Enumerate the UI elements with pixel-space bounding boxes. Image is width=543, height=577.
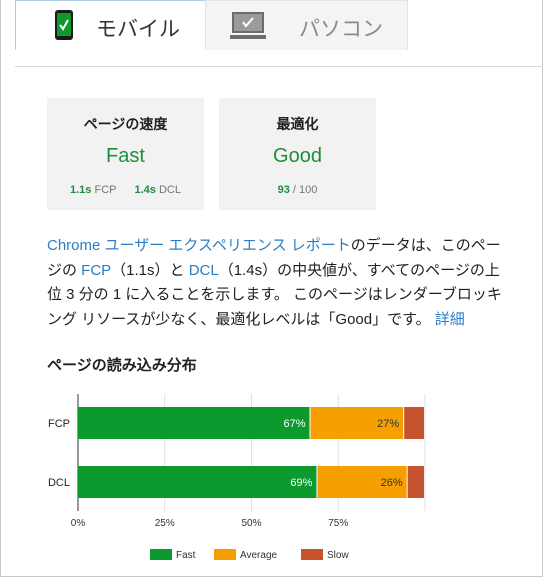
data-label: 67% bbox=[283, 418, 305, 430]
dcl-value: 1.4s bbox=[134, 184, 156, 196]
crux-report-link[interactable]: Chrome ユーザー エクスペリエンス レポート bbox=[47, 237, 351, 254]
x-tick-label: 50% bbox=[241, 518, 261, 529]
bar-fast-dcl bbox=[78, 466, 317, 498]
description-paragraph: Chrome ユーザー エクスペリエンス レポートのデータは、このページの FC… bbox=[47, 234, 509, 332]
data-label: 26% bbox=[381, 477, 403, 489]
tab-desktop-label: パソコン bbox=[299, 18, 383, 41]
legend-label-average: Average bbox=[240, 550, 278, 561]
fcp-value: 1.1s bbox=[70, 184, 92, 196]
legend-swatch-fast bbox=[150, 549, 172, 560]
optimization-score-max: / 100 bbox=[292, 184, 318, 196]
optimization-score: 93 / 100 bbox=[219, 184, 376, 196]
fcp-label: FCP bbox=[94, 184, 117, 196]
bar-slow-fcp bbox=[404, 407, 424, 439]
category-label: DCL bbox=[48, 477, 70, 489]
optimization-score-value: 93 bbox=[277, 184, 290, 196]
category-label: FCP bbox=[48, 418, 70, 430]
optimization-card: 最適化 Good 93 / 100 bbox=[219, 98, 376, 210]
page-speed-card: ページの速度 Fast 1.1s FCP 1.4s DCL bbox=[47, 98, 204, 210]
page-speed-value: Fast bbox=[106, 145, 145, 167]
chart-title: ページの読み込み分布 bbox=[47, 357, 197, 374]
page-speed-metrics: 1.1s FCP 1.4s DCL bbox=[47, 184, 204, 196]
data-label: 69% bbox=[290, 477, 312, 489]
page-speed-title: ページの速度 bbox=[83, 116, 168, 132]
description-text-2: （1.1s）と bbox=[111, 261, 189, 279]
optimization-title: 最適化 bbox=[276, 116, 319, 132]
dcl-label: DCL bbox=[158, 184, 181, 196]
legend-swatch-average bbox=[214, 549, 236, 560]
fcp-link[interactable]: FCP bbox=[81, 262, 111, 279]
x-tick-label: 0% bbox=[71, 518, 86, 529]
bar-fast-fcp bbox=[78, 407, 310, 439]
bar-slow-dcl bbox=[407, 466, 424, 498]
optimization-value: Good bbox=[273, 145, 322, 167]
legend-swatch-slow bbox=[301, 549, 323, 560]
legend-label-fast: Fast bbox=[176, 550, 196, 561]
load-distribution-chart: FCP 67% 27% DCL 69% 26% 0% 25% 50% 75% Fast Average… bbox=[48, 394, 426, 561]
tab-desktop[interactable]: パソコン bbox=[205, 0, 408, 50]
x-tick-label: 75% bbox=[328, 518, 348, 529]
x-tick-label: 25% bbox=[155, 518, 175, 529]
monitor-icon bbox=[230, 12, 266, 39]
details-link[interactable]: 詳細 bbox=[435, 311, 465, 328]
data-label: 27% bbox=[377, 418, 399, 430]
smartphone-icon bbox=[55, 10, 73, 40]
tab-mobile-label: モバイル bbox=[96, 18, 180, 41]
tab-mobile[interactable]: モバイル bbox=[15, 0, 206, 50]
dcl-link[interactable]: DCL bbox=[189, 262, 219, 279]
legend-label-slow: Slow bbox=[327, 550, 349, 561]
